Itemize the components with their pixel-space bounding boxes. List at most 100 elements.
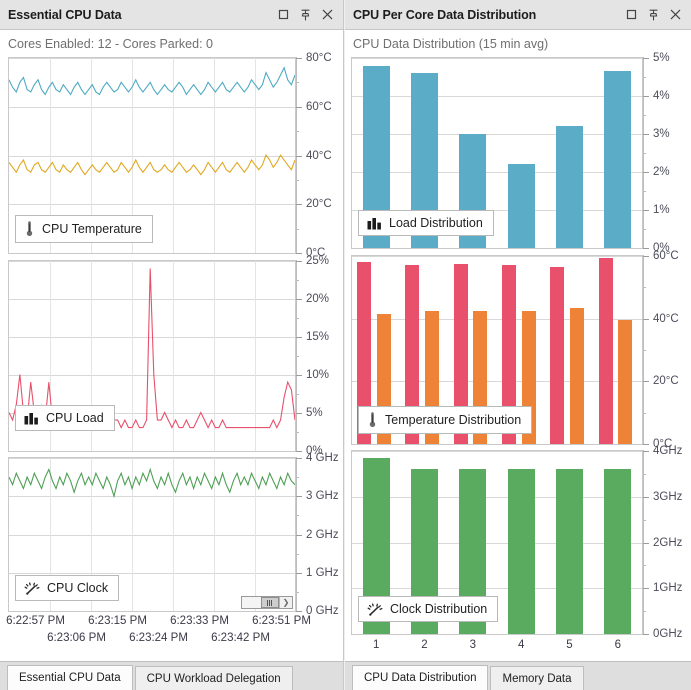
right-panel-title: CPU Per Core Data Distribution	[353, 7, 537, 22]
axis-tick-label: 80°C	[306, 52, 332, 64]
gridline	[352, 134, 642, 135]
axis-minor-tick	[643, 287, 646, 288]
pin-icon[interactable]	[643, 5, 663, 25]
y-axis-cpu-temperature: 80°C 60°C 40°C 20°C 0°C	[296, 52, 343, 259]
legend-label: Load Distribution	[389, 216, 483, 230]
axis-tick-label: 4 GHz	[306, 452, 339, 464]
core-label: 4	[517, 639, 525, 651]
right-chart-3: Clock Distribution 4GHz 3GHz 2GHz 1GHz 0GHz	[345, 445, 691, 640]
axis-tickmark	[643, 319, 649, 320]
left-chart-2: CPU Load 25% 20% 15% 10% 5% 0%	[0, 255, 343, 457]
axis-tickmark	[643, 497, 649, 498]
scrollbar-track[interactable]	[242, 597, 279, 608]
axis-minor-tick	[296, 82, 299, 83]
core-label: 2	[421, 639, 428, 651]
plot-area-cpu-load: CPU Load	[8, 260, 296, 452]
plot-area-load-distribution: Load Distribution	[351, 57, 643, 249]
axis-tick-label: 60°C	[653, 250, 679, 262]
left-panel-tabbar: Essential CPU Data CPU Workload Delegatio…	[0, 661, 343, 690]
plot-area-cpu-temperature: CPU Temperature	[8, 57, 296, 254]
axis-tickmark	[296, 573, 302, 574]
restore-icon[interactable]	[621, 5, 641, 25]
axis-tickmark	[296, 261, 302, 262]
axis-tickmark	[643, 256, 649, 257]
axis-minor-tick	[643, 413, 646, 414]
axis-tickmark	[296, 337, 302, 338]
axis-minor-tick	[296, 356, 299, 357]
axis-tickmark	[643, 588, 649, 589]
scrollbar-grip	[267, 599, 273, 606]
axis-tickmark	[643, 96, 649, 97]
axis-tickmark	[296, 458, 302, 459]
legend-cpu-clock[interactable]: CPU Clock	[15, 575, 120, 601]
legend-label: Clock Distribution	[390, 602, 488, 616]
legend-temperature-distribution[interactable]: Temperature Distribution	[358, 406, 533, 434]
axis-minor-tick	[296, 180, 299, 181]
y-axis-cpu-load: 25% 20% 15% 10% 5% 0%	[296, 255, 343, 457]
gridline	[352, 497, 642, 498]
axis-minor-tick	[296, 515, 299, 516]
distribution-subtitle: CPU Data Distribution (15 min avg)	[353, 37, 549, 51]
gridline	[352, 451, 642, 452]
tab-essential-cpu-data[interactable]: Essential CPU Data	[7, 665, 133, 690]
legend-cpu-temperature[interactable]: CPU Temperature	[15, 215, 153, 243]
application-window: Essential CPU Data Cores Enabled: 12 - C…	[0, 0, 691, 690]
time-label: 6:23:06 PM	[47, 632, 106, 644]
axis-tick-label: 20°C	[306, 198, 332, 210]
core-label: 3	[469, 639, 477, 651]
right-panel-window-buttons	[621, 5, 685, 25]
axis-tick-label: 3GHz	[653, 491, 683, 503]
legend-load-distribution[interactable]: Load Distribution	[358, 210, 494, 236]
axis-minor-tick	[643, 191, 646, 192]
axis-tick-label: 4GHz	[653, 445, 683, 457]
axis-tick-label: 60°C	[306, 101, 332, 113]
axis-minor-tick	[296, 318, 299, 319]
axis-tickmark	[296, 535, 302, 536]
axis-minor-tick	[643, 153, 646, 154]
pin-icon[interactable]	[295, 5, 315, 25]
bar	[550, 266, 565, 444]
tab-memory-data[interactable]: Memory Data	[490, 666, 584, 690]
axis-minor-tick	[643, 611, 646, 612]
axis-minor-tick	[643, 565, 646, 566]
left-chart-3: CPU Clock ❯ 4 GHz 3 GHz 2 GHz 1 GHz 0 GHz	[0, 452, 343, 617]
tab-cpu-workload-delegation[interactable]: CPU Workload Delegation	[134, 666, 293, 690]
legend-label: CPU Temperature	[42, 222, 142, 236]
axis-minor-tick	[643, 115, 646, 116]
bars-icon	[367, 218, 381, 230]
tab-cpu-data-distribution[interactable]: CPU Data Distribution	[352, 665, 489, 690]
plot-area-cpu-clock: CPU Clock ❯	[8, 457, 296, 612]
axis-tickmark	[296, 451, 302, 452]
axis-tick-label: 10%	[306, 369, 330, 381]
axis-tick-label: 1 GHz	[306, 567, 339, 579]
left-panel-titlebar: Essential CPU Data	[0, 0, 343, 30]
axis-tick-label: 40°C	[653, 313, 679, 325]
legend-clock-distribution[interactable]: Clock Distribution	[358, 596, 499, 622]
gridline	[352, 172, 642, 173]
essential-cpu-data-panel: Essential CPU Data Cores Enabled: 12 - C…	[0, 0, 344, 690]
axis-tickmark	[643, 248, 649, 249]
right-chart-stack: Load Distribution 5% 4% 3% 2% 1% 0% Temperature…	[345, 52, 691, 661]
cpu-per-core-distribution-panel: CPU Per Core Data Distribution CPU Data …	[345, 0, 691, 690]
axis-minor-tick	[296, 477, 299, 478]
legend-cpu-load[interactable]: CPU Load	[15, 405, 115, 431]
axis-minor-tick	[296, 554, 299, 555]
axis-tick-label: 1%	[653, 204, 670, 216]
horizontal-scrollbar[interactable]: ❯	[241, 596, 293, 609]
scrollbar-thumb[interactable]	[261, 597, 279, 608]
restore-icon[interactable]	[273, 5, 293, 25]
bar	[604, 469, 632, 634]
axis-tick-label: 2GHz	[653, 537, 683, 549]
time-label: 6:23:24 PM	[129, 632, 188, 644]
right-panel-body: CPU Data Distribution (15 min avg) Load …	[345, 31, 691, 661]
close-icon[interactable]	[665, 5, 685, 25]
close-icon[interactable]	[317, 5, 337, 25]
core-label: 6	[614, 639, 622, 651]
y-axis-temperature-distribution: 60°C 40°C 20°C 0°C	[643, 250, 691, 450]
axis-tick-label: 40°C	[306, 150, 332, 162]
y-axis-cpu-clock: 4 GHz 3 GHz 2 GHz 1 GHz 0 GHz	[296, 452, 343, 617]
scrollbar-right-arrow[interactable]: ❯	[279, 597, 292, 608]
axis-minor-tick	[643, 229, 646, 230]
bar	[604, 71, 632, 248]
gridline	[352, 58, 642, 59]
